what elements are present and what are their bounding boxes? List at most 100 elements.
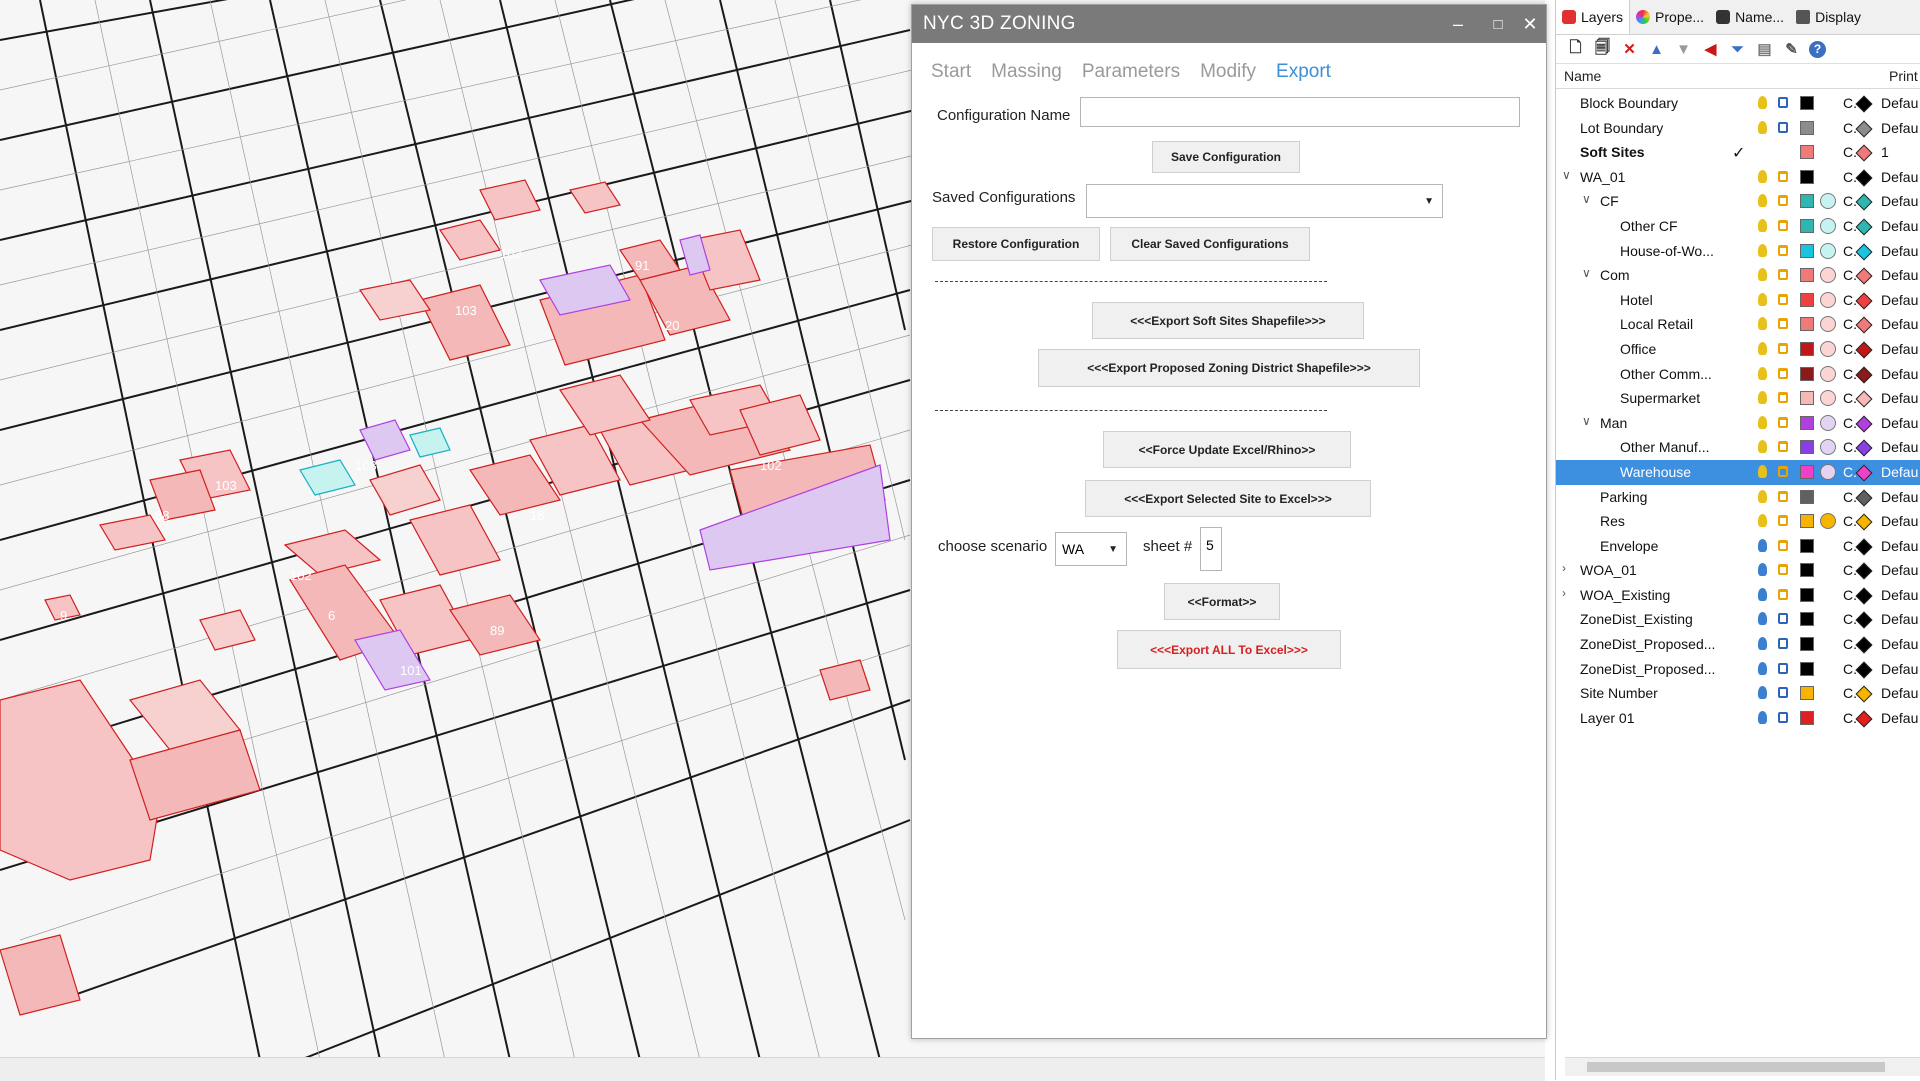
export-soft-sites-button[interactable]: <<<Export Soft Sites Shapefile>>> [1092,302,1364,339]
lock-icon[interactable] [1778,293,1788,305]
print-width-label[interactable]: Defau [1881,193,1918,209]
visibility-bulb-icon[interactable] [1758,366,1767,380]
print-width-label[interactable]: Defau [1881,611,1918,627]
layer-color-swatch[interactable] [1800,243,1814,258]
layer-color-swatch[interactable] [1800,145,1814,160]
lock-icon[interactable] [1778,97,1788,108]
print-width-label[interactable]: Defau [1881,267,1918,283]
move-up-icon[interactable]: ▲ [1647,40,1666,59]
visibility-bulb-icon[interactable] [1758,440,1767,454]
print-color-diamond-icon[interactable] [1855,144,1873,162]
visibility-bulb-icon[interactable] [1758,194,1767,208]
minimize-icon[interactable]: ‒ [1438,5,1478,43]
print-width-label[interactable]: Defau [1881,439,1918,455]
material-icon[interactable] [1820,513,1836,530]
print-width-label[interactable]: Defau [1881,95,1918,111]
layer-color-swatch[interactable] [1800,710,1814,725]
expand-toggle-icon[interactable]: › [1562,561,1566,575]
move-to-parent-icon[interactable]: ◀ [1701,40,1720,59]
export-all-button[interactable]: <<<Export ALL To Excel>>> [1117,630,1341,669]
print-color-diamond-icon[interactable] [1855,341,1873,359]
layer-color-swatch[interactable] [1800,391,1814,406]
layer-row[interactable]: House-of-Wo... C. Defau [1556,239,1920,264]
layer-row[interactable]: Office C. Defau [1556,337,1920,362]
layer-row[interactable]: Layer 01 C. Defau [1556,706,1920,731]
new-sublayer-icon[interactable]: 🗐 [1593,39,1612,59]
linetype-label[interactable]: C. [1843,489,1857,505]
print-color-diamond-icon[interactable] [1855,685,1873,703]
material-icon[interactable] [1820,414,1836,431]
visibility-bulb-icon[interactable] [1758,637,1767,651]
layer-name[interactable]: Layer 01 [1580,710,1634,726]
print-width-label[interactable]: Defau [1881,587,1918,603]
lock-icon[interactable] [1778,613,1788,625]
force-update-button[interactable]: <<Force Update Excel/Rhino>> [1103,431,1351,468]
print-width-label[interactable]: Defau [1881,243,1918,259]
print-color-diamond-icon[interactable] [1855,464,1873,482]
material-icon[interactable] [1820,340,1836,357]
layer-row[interactable]: Soft Sites ✓ C. 1 [1556,140,1920,165]
print-width-label[interactable]: Defau [1881,316,1918,332]
layer-row[interactable]: Warehouse C. Defau [1556,459,1920,485]
layer-row[interactable]: Envelope C. Defau [1556,534,1920,559]
print-color-diamond-icon[interactable] [1855,661,1873,679]
print-color-diamond-icon[interactable] [1855,636,1873,654]
print-color-diamond-icon[interactable] [1855,390,1873,408]
layer-row[interactable]: ∨ WA_01 C. Defau [1556,165,1920,190]
export-selected-site-button[interactable]: <<<Export Selected Site to Excel>>> [1085,480,1371,517]
linetype-label[interactable]: C. [1843,120,1857,136]
print-color-diamond-icon[interactable] [1855,562,1873,580]
print-width-label[interactable]: Defau [1881,489,1918,505]
print-width-label[interactable]: 1 [1881,144,1889,160]
layer-row[interactable]: ZoneDist_Proposed... C. Defau [1556,632,1920,657]
visibility-bulb-icon[interactable] [1758,96,1767,109]
layer-name[interactable]: Site Number [1580,685,1658,701]
material-icon[interactable] [1820,463,1836,480]
layer-row[interactable]: Res C. Defau [1556,509,1920,534]
material-icon[interactable] [1820,193,1836,210]
layer-name[interactable]: Office [1620,341,1656,357]
print-color-diamond-icon[interactable] [1855,710,1873,728]
print-width-label[interactable]: Defau [1881,390,1918,406]
layer-name[interactable]: House-of-Wo... [1620,243,1714,259]
print-color-diamond-icon[interactable] [1855,489,1873,506]
print-width-label[interactable]: Defau [1881,464,1918,480]
layer-name[interactable]: Res [1600,513,1625,529]
visibility-bulb-icon[interactable] [1758,661,1767,675]
visibility-bulb-icon[interactable] [1758,391,1767,405]
layer-color-swatch[interactable] [1800,538,1814,553]
layer-name[interactable]: Local Retail [1620,316,1693,332]
layer-name[interactable]: Envelope [1600,538,1658,554]
layer-color-swatch[interactable] [1800,587,1814,602]
layer-name[interactable]: Com [1600,267,1630,283]
layer-name[interactable]: WOA_01 [1580,562,1637,578]
layer-color-swatch[interactable] [1800,120,1814,135]
help-icon[interactable]: ? [1809,40,1826,58]
print-color-diamond-icon[interactable] [1855,243,1873,261]
layer-color-swatch[interactable] [1800,514,1814,529]
print-width-label[interactable]: Defau [1881,636,1918,652]
layer-row[interactable]: ∨ CF C. Defau [1556,189,1920,214]
layer-color-swatch[interactable] [1800,169,1814,184]
layer-color-swatch[interactable] [1800,661,1814,676]
layer-name[interactable]: Soft Sites [1580,144,1645,160]
print-width-label[interactable]: Defau [1881,169,1918,185]
print-color-diamond-icon[interactable] [1855,193,1873,211]
print-width-label[interactable]: Defau [1881,513,1918,529]
layer-name[interactable]: WOA_Existing [1580,587,1670,603]
print-width-label[interactable]: Defau [1881,120,1918,136]
print-width-label[interactable]: Defau [1881,562,1918,578]
lock-icon[interactable] [1778,687,1788,699]
lock-icon[interactable] [1778,392,1788,404]
layer-color-swatch[interactable] [1800,218,1814,233]
layer-name[interactable]: Man [1600,415,1627,431]
lock-icon[interactable] [1778,638,1788,650]
print-color-diamond-icon[interactable] [1855,95,1873,113]
lock-icon[interactable] [1778,318,1788,330]
layer-row[interactable]: Parking C. Defau [1556,485,1920,510]
config-name-input[interactable] [1080,97,1520,127]
sheet-number-input[interactable]: 5 [1200,527,1222,571]
material-icon[interactable] [1820,316,1836,333]
layer-row[interactable]: › WOA_Existing C. Defau [1556,583,1920,608]
linetype-label[interactable]: C. [1843,366,1857,382]
